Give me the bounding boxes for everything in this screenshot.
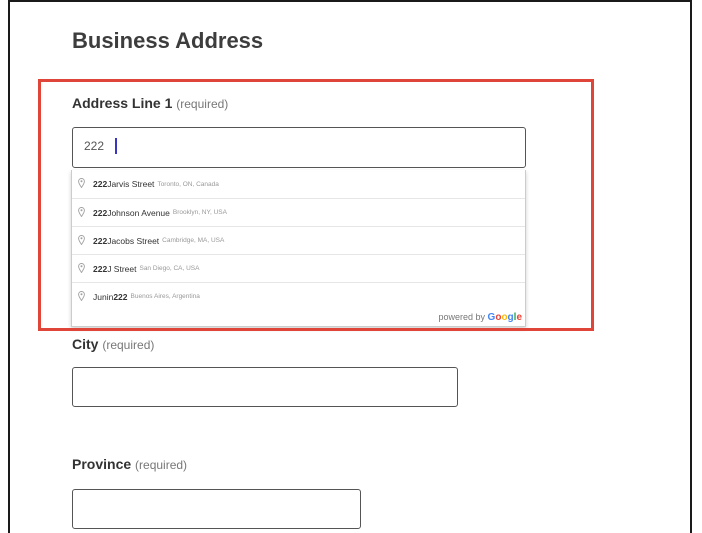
frame-right-border — [690, 0, 692, 533]
city-input[interactable] — [72, 367, 458, 407]
address-line1-input[interactable]: 222 — [72, 127, 526, 168]
province-input[interactable] — [72, 489, 361, 529]
text-caret — [115, 138, 117, 154]
suggestion-list: 222 Jarvis Street Toronto, ON, Canada 222 … — [72, 170, 525, 310]
suggestion-secondary-text: San Diego, CA, USA — [139, 265, 200, 272]
suggestion-match-text: 222 — [93, 235, 108, 246]
map-pin-icon — [78, 234, 86, 247]
suggestion-secondary-text: Toronto, ON, Canada — [157, 180, 219, 188]
suggestion-match-text: 222 — [93, 263, 108, 274]
address-line1-label-text: Address Line 1 — [72, 95, 173, 111]
map-pin-icon — [78, 262, 86, 275]
frame-left-border — [8, 0, 10, 533]
autocomplete-suggestion[interactable]: 222 Jacobs Street Cambridge, MA, USA — [72, 226, 525, 254]
suggestion-match-text: 222 — [93, 207, 108, 218]
autocomplete-suggestion[interactable]: 222 J Street San Diego, CA, USA — [72, 254, 525, 282]
autocomplete-suggestion[interactable]: 222 Jarvis Street Toronto, ON, Canada — [72, 170, 525, 198]
required-hint: (required) — [176, 97, 229, 111]
map-pin-icon — [78, 290, 86, 303]
suggestion-main-text: Jarvis Street — [107, 179, 155, 189]
map-pin-icon — [78, 206, 86, 219]
map-pin-icon — [78, 178, 86, 190]
suggestion-match-text: 222 — [93, 179, 108, 189]
suggestion-main-text: Jacobs Street — [107, 235, 160, 246]
suggestion-match-text: 222 — [113, 291, 128, 302]
suggestion-secondary-text: Brooklyn, NY, USA — [172, 209, 227, 216]
autocomplete-dropdown: 222 Jarvis Street Toronto, ON, Canada 222 … — [71, 170, 526, 327]
province-label: Province (required) — [72, 456, 187, 472]
suggestion-secondary-text: Cambridge, MA, USA — [162, 237, 225, 244]
suggestion-secondary-text: Buenos Aires, Argentina — [130, 293, 200, 300]
suggestion-main-text: Johnson Avenue — [107, 207, 170, 218]
powered-by-text: powered by — [438, 312, 486, 322]
suggestion-main-text: J Street — [107, 263, 137, 274]
city-label-text: City — [72, 336, 99, 352]
section-title: Business Address — [72, 28, 264, 53]
city-label: City (required) — [72, 336, 154, 352]
powered-by-google: powered by Google — [439, 312, 523, 323]
required-hint: (required) — [102, 338, 155, 352]
autocomplete-suggestion[interactable]: 222 Johnson Avenue Brooklyn, NY, USA — [72, 198, 525, 226]
google-logo: Google — [488, 312, 522, 323]
frame-top-border — [8, 0, 692, 2]
autocomplete-suggestion[interactable]: Junin 222 Buenos Aires, Argentina — [72, 282, 525, 310]
google-logo-letter: e — [516, 312, 522, 323]
address-line1-value: 222 — [84, 139, 105, 153]
required-hint: (required) — [135, 458, 188, 472]
address-line1-label: Address Line 1 (required) — [72, 95, 228, 111]
suggestion-main-text: Junin — [93, 291, 114, 302]
province-label-text: Province — [72, 456, 132, 472]
